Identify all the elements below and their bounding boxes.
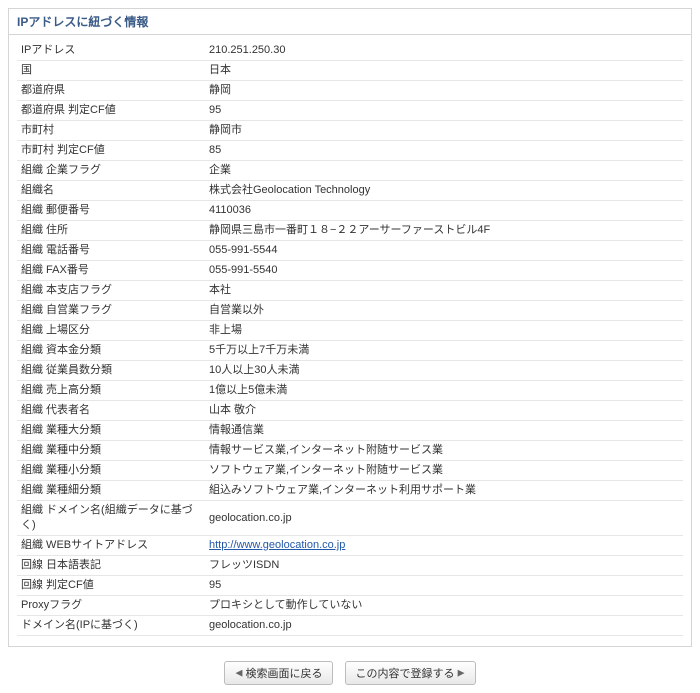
table-row: 組織 ドメイン名(組織データに基づく)geolocation.co.jp (17, 501, 683, 536)
row-value: 055-991-5544 (205, 241, 683, 261)
row-value: 055-991-5540 (205, 261, 683, 281)
row-value: プロキシとして動作していない (205, 596, 683, 616)
table-row: 組織名株式会社Geolocation Technology (17, 181, 683, 201)
table-row: 組織 資本金分類5千万以上7千万未満 (17, 341, 683, 361)
row-label: 組織 業種小分類 (17, 461, 205, 481)
table-row: 組織 売上高分類1億以上5億未満 (17, 381, 683, 401)
table-row: IPアドレス210.251.250.30 (17, 41, 683, 61)
row-label: Proxyフラグ (17, 596, 205, 616)
row-label: 組織名 (17, 181, 205, 201)
table-row: 組織 従業員数分類10人以上30人未満 (17, 361, 683, 381)
table-row: 市町村 判定CF値85 (17, 141, 683, 161)
row-label: 組織 ドメイン名(組織データに基づく) (17, 501, 205, 536)
table-row: ドメイン名(IPに基づく)geolocation.co.jp (17, 616, 683, 636)
row-value: 組込みソフトウェア業,インターネット利用サポート業 (205, 481, 683, 501)
row-label: 組織 従業員数分類 (17, 361, 205, 381)
table-row: 組織 上場区分非上場 (17, 321, 683, 341)
row-value: 本社 (205, 281, 683, 301)
row-value: geolocation.co.jp (205, 616, 683, 636)
row-label: IPアドレス (17, 41, 205, 61)
table-row: 国日本 (17, 61, 683, 81)
row-label: 国 (17, 61, 205, 81)
row-value: 95 (205, 576, 683, 596)
row-label: 市町村 (17, 121, 205, 141)
row-label: 組織 業種大分類 (17, 421, 205, 441)
row-value: 非上場 (205, 321, 683, 341)
table-row: 回線 日本語表記フレッツISDN (17, 556, 683, 576)
website-link[interactable]: http://www.geolocation.co.jp (209, 539, 345, 551)
row-label: 組織 売上高分類 (17, 381, 205, 401)
table-row: 市町村静岡市 (17, 121, 683, 141)
row-value: 日本 (205, 61, 683, 81)
row-value: 企業 (205, 161, 683, 181)
row-label: 組織 業種中分類 (17, 441, 205, 461)
row-label: 市町村 判定CF値 (17, 141, 205, 161)
row-label: 都道府県 判定CF値 (17, 101, 205, 121)
table-row: 組織 郵便番号4110036 (17, 201, 683, 221)
row-label: 組織 電話番号 (17, 241, 205, 261)
row-value: 10人以上30人未満 (205, 361, 683, 381)
row-label: ドメイン名(IPに基づく) (17, 616, 205, 636)
row-label: 組織 業種細分類 (17, 481, 205, 501)
row-value: 情報通信業 (205, 421, 683, 441)
table-row: 組織 業種小分類ソフトウェア業,インターネット附随サービス業 (17, 461, 683, 481)
row-value: 株式会社Geolocation Technology (205, 181, 683, 201)
row-value: 情報サービス業,インターネット附随サービス業 (205, 441, 683, 461)
row-value: geolocation.co.jp (205, 501, 683, 536)
row-value: 85 (205, 141, 683, 161)
table-row: 組織 業種細分類組込みソフトウェア業,インターネット利用サポート業 (17, 481, 683, 501)
table-row: 組織 本支店フラグ本社 (17, 281, 683, 301)
table-row: 組織 企業フラグ企業 (17, 161, 683, 181)
row-label: 組織 自営業フラグ (17, 301, 205, 321)
table-row: 組織 自営業フラグ自営業以外 (17, 301, 683, 321)
panel-title: IPアドレスに紐づく情報 (9, 9, 691, 35)
chevron-right-icon: ▶ (458, 668, 465, 678)
table-row: 組織 WEBサイトアドレス http://www.geolocation.co.j… (17, 536, 683, 556)
register-button-label: この内容で登録する (356, 668, 455, 680)
table-row: 組織 業種中分類情報サービス業,インターネット附随サービス業 (17, 441, 683, 461)
chevron-left-icon: ◀ (235, 668, 242, 678)
ip-info-panel: IPアドレスに紐づく情報 IPアドレス210.251.250.30国日本都道府県… (8, 8, 692, 647)
row-value: 自営業以外 (205, 301, 683, 321)
table-row: 組織 FAX番号055-991-5540 (17, 261, 683, 281)
table-row: 組織 代表者名山本 敬介 (17, 401, 683, 421)
row-value: 4110036 (205, 201, 683, 221)
table-row: 回線 判定CF値95 (17, 576, 683, 596)
table-row: 都道府県 判定CF値95 (17, 101, 683, 121)
row-label: 組織 FAX番号 (17, 261, 205, 281)
back-button-label: 検索画面に戻る (245, 668, 322, 680)
table-row: 組織 業種大分類情報通信業 (17, 421, 683, 441)
row-label: 回線 日本語表記 (17, 556, 205, 576)
row-label: 組織 企業フラグ (17, 161, 205, 181)
row-value: 1億以上5億未満 (205, 381, 683, 401)
panel-body: IPアドレス210.251.250.30国日本都道府県静岡都道府県 判定CF値9… (9, 35, 691, 646)
row-value: 5千万以上7千万未満 (205, 341, 683, 361)
table-row: Proxyフラグプロキシとして動作していない (17, 596, 683, 616)
row-value: 静岡 (205, 81, 683, 101)
back-button[interactable]: ◀ 検索画面に戻る (224, 661, 333, 685)
row-value: ソフトウェア業,インターネット附随サービス業 (205, 461, 683, 481)
table-row: 組織 電話番号055-991-5544 (17, 241, 683, 261)
info-table: IPアドレス210.251.250.30国日本都道府県静岡都道府県 判定CF値9… (17, 41, 683, 636)
table-row: 都道府県静岡 (17, 81, 683, 101)
table-row: 組織 住所静岡県三島市一番町１８−２２アーサーファーストビル4F (17, 221, 683, 241)
row-label: 組織 WEBサイトアドレス (17, 536, 205, 556)
row-label: 組織 代表者名 (17, 401, 205, 421)
row-value: http://www.geolocation.co.jp (205, 536, 683, 556)
row-value: 静岡県三島市一番町１８−２２アーサーファーストビル4F (205, 221, 683, 241)
row-label: 組織 本支店フラグ (17, 281, 205, 301)
row-label: 組織 上場区分 (17, 321, 205, 341)
button-row: ◀ 検索画面に戻る この内容で登録する ▶ (8, 661, 692, 685)
row-label: 組織 郵便番号 (17, 201, 205, 221)
row-value: 95 (205, 101, 683, 121)
register-button[interactable]: この内容で登録する ▶ (345, 661, 476, 685)
row-value: 210.251.250.30 (205, 41, 683, 61)
row-label: 都道府県 (17, 81, 205, 101)
row-label: 組織 資本金分類 (17, 341, 205, 361)
row-label: 組織 住所 (17, 221, 205, 241)
row-label: 回線 判定CF値 (17, 576, 205, 596)
row-value: フレッツISDN (205, 556, 683, 576)
row-value: 静岡市 (205, 121, 683, 141)
row-value: 山本 敬介 (205, 401, 683, 421)
